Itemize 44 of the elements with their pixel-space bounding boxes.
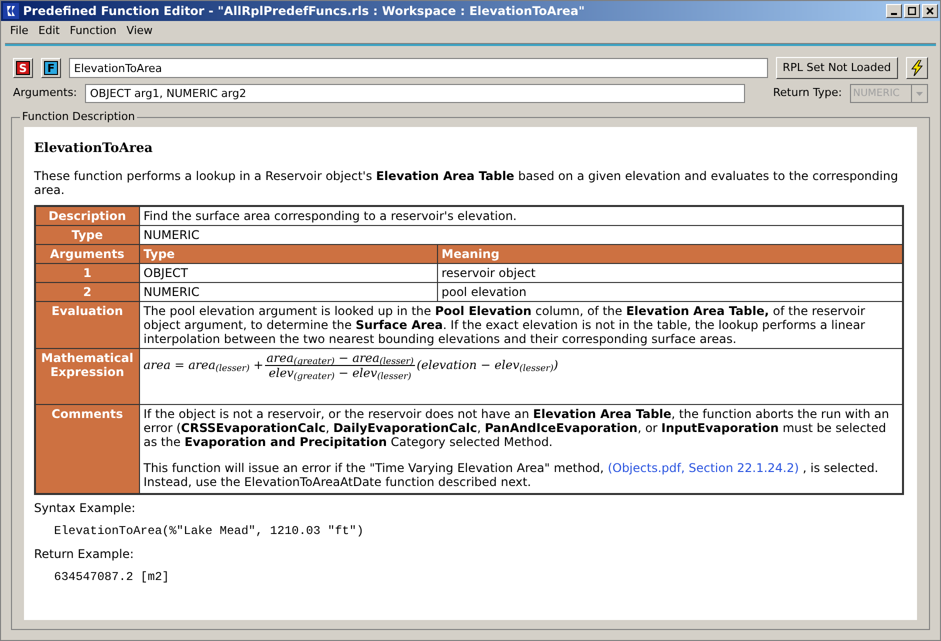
dropdown-arrow-icon	[916, 92, 923, 96]
menu-item[interactable]: View	[122, 22, 158, 40]
row-header: Description	[35, 206, 139, 225]
row-header: Evaluation	[35, 301, 139, 348]
table-cell: OBJECT	[139, 263, 437, 282]
menu-item[interactable]: File	[5, 22, 34, 40]
close-icon	[926, 7, 934, 15]
return-code: 634547087.2 [m2]	[54, 568, 170, 586]
minimize-button[interactable]	[886, 4, 902, 18]
row-header: Type	[35, 225, 139, 244]
intro-paragraph: These function performs a lookup in a Reservoir object's Elevation Area Table based on a given elevation and evaluates to the corresponding area.	[34, 168, 900, 196]
window-title: Predefined Function Editor - "AllRplPredefFuncs.rls : Workspace : ElevationToArea"	[23, 3, 586, 20]
arguments-label: Arguments:	[13, 85, 78, 102]
row-header: Mathematical Expression	[35, 348, 139, 404]
table-cell: NUMERIC	[139, 282, 437, 301]
syntax-code: ElevationToArea(%"Lake Mead", 1210.03 "ft")	[54, 522, 365, 540]
document-link[interactable]: (Objects.pdf, Section 22.1.24.2)	[608, 460, 799, 474]
run-button[interactable]	[906, 57, 928, 79]
maximize-icon	[908, 7, 916, 15]
function-name-field[interactable]: ElevationToArea	[69, 58, 768, 78]
row-header: 2	[35, 282, 139, 301]
maximize-button[interactable]	[904, 4, 920, 18]
lightning-icon	[910, 60, 924, 76]
app-icon	[3, 3, 19, 19]
row-header: Arguments	[35, 244, 139, 263]
menu-item[interactable]: Function	[64, 22, 122, 40]
menu-item[interactable]: Edit	[33, 22, 65, 40]
math-formula: area = area$_{(lesser)}$ + area$_{(greater)}$ − area$_{(lesser)}$ elev$_{(greater)}$ − elev$_{(lesser)}$ (elevation − elev$_{(lesser)}$)	[144, 350, 560, 380]
column-header: Meaning	[437, 244, 903, 263]
row-header: 1	[35, 263, 139, 282]
comment-paragraph: This function will issue an error if the "Time Varying Elevation Area" method, (Objects.pdf, Section 22.1.24.2) , is selected. Instead, use the ElevationToAreaAtDate function described next.	[144, 460, 880, 488]
syntax-label: Syntax Example:	[34, 500, 136, 516]
return-label: Return Example:	[34, 546, 135, 562]
row-header: Comments	[35, 404, 139, 494]
arguments-field[interactable]: OBJECT arg1, NUMERIC arg2	[85, 84, 746, 103]
comment-paragraph: If the object is not a reservoir, or the reservoir does not have an Elevation Area Table, the function aborts the run with an error (CRSSEvaporationCalc, DailyEvaporationCalc, PanAndIceEvaporation, or InputEvaporation must be selected as the Evaporation and Precipitation Category selected Method.	[144, 406, 890, 448]
f-button[interactable]: F	[41, 58, 61, 78]
group-title: Function Description	[20, 111, 137, 123]
return-type-label: Return Type:	[773, 85, 842, 102]
close-button[interactable]	[922, 4, 938, 18]
rpl-set-button[interactable]: RPL Set Not Loaded	[776, 57, 898, 79]
column-header: Type	[139, 244, 437, 263]
function-heading: ElevationToArea	[34, 140, 154, 158]
s-button[interactable]: S	[13, 58, 33, 78]
